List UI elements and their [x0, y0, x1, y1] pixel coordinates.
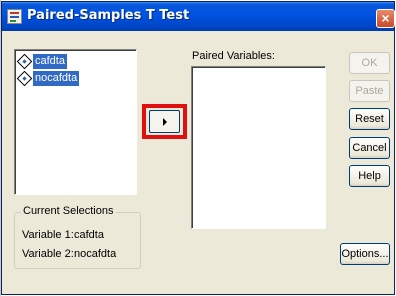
right-arrow-icon [163, 118, 167, 126]
variable-label: nocafdta [33, 71, 80, 86]
variable-1-row: Variable 1:cafdta [22, 229, 104, 241]
variable-2-label: Variable 2: [22, 248, 74, 260]
window-title: Paired-Samples T Test [27, 8, 190, 23]
current-selections-title: Current Selections [21, 205, 116, 217]
current-selections-group: Current Selections Variable 1:cafdta Var… [14, 205, 141, 269]
variable-2-row: Variable 2:nocafdta [22, 248, 116, 260]
move-to-paired-button[interactable] [149, 110, 180, 133]
paired-variables-list[interactable] [191, 66, 326, 229]
scale-variable-icon [16, 70, 33, 87]
variable-2-value: nocafdta [74, 248, 117, 260]
source-variable-list[interactable]: cafdta nocafdta [14, 49, 137, 195]
variable-1-label: Variable 1: [22, 229, 74, 241]
cancel-button[interactable]: Cancel [349, 137, 390, 159]
options-button[interactable]: Options... [340, 243, 390, 265]
close-icon[interactable]: × [376, 9, 395, 28]
title-bar[interactable]: Paired-Samples T Test × [2, 2, 395, 31]
variable-label: cafdta [33, 54, 67, 69]
help-button[interactable]: Help [349, 165, 390, 187]
variable-1-value: cafdta [74, 229, 104, 241]
scale-variable-icon [16, 53, 33, 70]
app-icon [7, 9, 22, 24]
paired-samples-t-test-dialog: Paired-Samples T Test × cafdta nocafdta … [1, 1, 395, 295]
paired-variables-label: Paired Variables: [192, 50, 275, 62]
paste-button[interactable]: Paste [349, 80, 390, 102]
ok-button[interactable]: OK [349, 52, 390, 74]
reset-button[interactable]: Reset [349, 108, 390, 130]
